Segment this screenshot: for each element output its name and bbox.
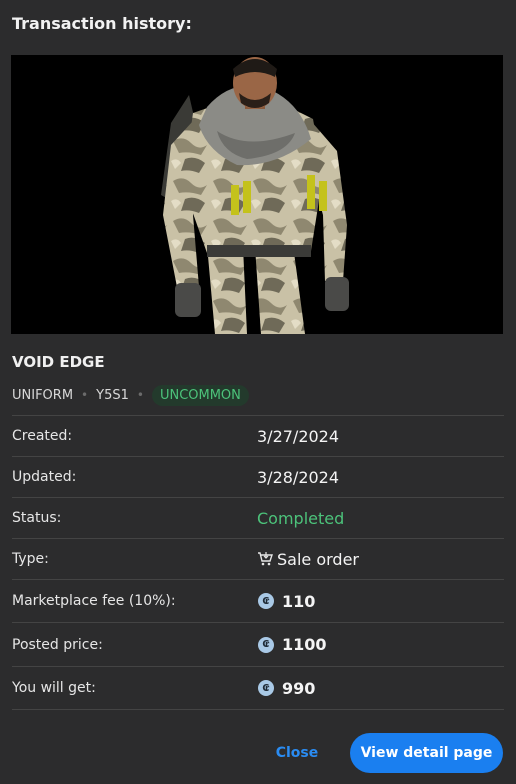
updated-value: 3/28/2024 xyxy=(257,467,340,487)
transaction-history-panel: Transaction history: VOID EDGE UNIFORM •… xyxy=(0,0,516,784)
credit-coin-icon: ₢ xyxy=(258,636,274,653)
created-label: Created: xyxy=(12,428,73,444)
get-value: 990 xyxy=(282,678,316,698)
rarity-badge: UNCOMMON xyxy=(151,384,249,406)
detail-row-type: Type: Sale order xyxy=(12,538,504,579)
created-value: 3/27/2024 xyxy=(257,426,340,446)
fee-value: 110 xyxy=(282,591,316,611)
cart-icon xyxy=(257,551,273,567)
detail-row-fee: Marketplace fee (10%): ₢ 110 xyxy=(12,579,504,622)
tag-season: Y5S1 xyxy=(96,387,129,403)
status-value: Completed xyxy=(257,508,345,528)
credit-coin-icon: ₢ xyxy=(258,680,274,696)
close-button[interactable]: Close xyxy=(262,735,332,771)
tag-separator: • xyxy=(81,388,89,402)
fee-label: Marketplace fee (10%): xyxy=(12,593,176,609)
character-uniform-image xyxy=(161,57,349,334)
get-label: You will get: xyxy=(12,680,96,696)
detail-row-get: You will get: ₢ 990 xyxy=(12,666,504,710)
type-label: Type: xyxy=(12,551,49,567)
transaction-details: Created: 3/27/2024 Updated: 3/28/2024 St… xyxy=(12,415,504,710)
detail-row-status: Status: Completed xyxy=(12,497,504,538)
fee-value-wrap: ₢ 110 xyxy=(257,592,315,611)
get-value-wrap: ₢ 990 xyxy=(257,679,315,698)
item-name: VOID EDGE xyxy=(12,353,105,371)
updated-label: Updated: xyxy=(12,469,77,485)
type-value: Sale order xyxy=(277,549,359,569)
posted-value-wrap: ₢ 1100 xyxy=(257,635,327,654)
credit-coin-icon: ₢ xyxy=(258,593,274,609)
panel-title: Transaction history: xyxy=(12,14,192,33)
item-preview-image xyxy=(11,55,503,334)
item-tags: UNIFORM • Y5S1 • UNCOMMON xyxy=(12,383,249,407)
tag-separator: • xyxy=(136,388,144,402)
detail-row-posted: Posted price: ₢ 1100 xyxy=(12,622,504,666)
detail-row-created: Created: 3/27/2024 xyxy=(12,415,504,456)
tag-category: UNIFORM xyxy=(12,387,74,403)
posted-value: 1100 xyxy=(282,635,327,654)
status-label: Status: xyxy=(12,510,62,526)
posted-label: Posted price: xyxy=(12,636,103,653)
view-detail-page-button[interactable]: View detail page xyxy=(350,733,503,773)
detail-row-updated: Updated: 3/28/2024 xyxy=(12,456,504,497)
type-value-wrap: Sale order xyxy=(257,550,359,569)
